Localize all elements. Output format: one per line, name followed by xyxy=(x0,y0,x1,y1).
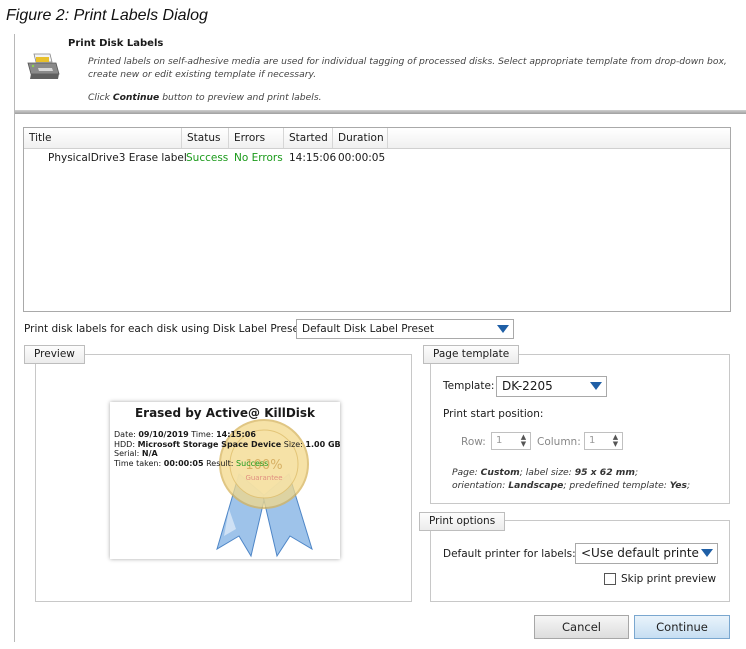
instruction-prefix: Click xyxy=(88,92,113,103)
note-orientation-value: Landscape xyxy=(508,480,564,491)
figure-caption: Figure 2: Print Labels Dialog xyxy=(6,7,208,24)
row-status: Success xyxy=(186,152,229,164)
printer-label: Default printer for labels: xyxy=(443,548,576,560)
hdd-label: HDD: xyxy=(114,440,138,449)
label-line-hdd: HDD: Microsoft Storage Space Device Size… xyxy=(114,440,341,449)
preset-dropdown[interactable]: Default Disk Label Preset xyxy=(296,319,514,339)
label-line-date: Date: 09/10/2019 Time: 14:15:06 xyxy=(114,430,256,439)
date-value: 09/10/2019 xyxy=(138,430,189,439)
template-label: Template: xyxy=(443,380,495,392)
note-size-value: 95 x 62 mm xyxy=(574,467,635,478)
dialog-instruction: Click Continue button to preview and pri… xyxy=(88,92,322,103)
preset-value: Default Disk Label Preset xyxy=(302,323,434,335)
printer-dropdown[interactable]: <Use default printe xyxy=(575,543,718,564)
note-size-label: ; label size: xyxy=(519,467,575,478)
column-header-errors[interactable]: Errors xyxy=(229,128,284,148)
seal-word: Guarantee xyxy=(245,474,282,482)
skip-preview-checkbox[interactable] xyxy=(604,573,616,585)
hdd-value: Microsoft Storage Space Device xyxy=(137,440,282,449)
header-separator xyxy=(15,110,746,114)
row-title: PhysicalDrive3 Erase label xyxy=(48,152,187,164)
dialog-description: Printed labels on self-adhesive media ar… xyxy=(88,56,727,80)
template-dropdown[interactable]: DK-2205 xyxy=(496,376,607,397)
spinner-arrows-icon[interactable]: ▲ ▼ xyxy=(519,434,528,448)
printer-icon xyxy=(27,53,60,79)
size-label: Size: xyxy=(281,440,306,449)
date-label: Date: xyxy=(114,430,139,439)
preview-tab: Preview xyxy=(24,345,85,364)
instruction-continue: Continue xyxy=(112,92,160,103)
column-header-duration[interactable]: Duration xyxy=(333,128,388,148)
row-value: 1 xyxy=(496,435,503,446)
column-header-status[interactable]: Status xyxy=(182,128,229,148)
result-label: Result: xyxy=(203,459,237,468)
result-value: Success xyxy=(236,459,269,468)
row-spinner[interactable]: 1 ▲ ▼ xyxy=(491,432,531,450)
size-value: 1.00 GB xyxy=(305,440,341,449)
column-spinner[interactable]: 1 ▲ ▼ xyxy=(584,432,623,450)
note-page-label: Page: xyxy=(452,467,481,478)
note-predefined-value: Yes xyxy=(669,480,687,491)
jobs-table[interactable]: Title Status Errors Started Duration Phy… xyxy=(23,127,731,312)
serial-value: N/A xyxy=(141,449,158,458)
time-value: 14:15:06 xyxy=(216,430,256,439)
row-errors: No Errors xyxy=(234,152,283,164)
chevron-down-icon[interactable] xyxy=(495,321,512,337)
label-preview-card: 100% Guarantee Erased by Active@ KillDis… xyxy=(110,402,341,559)
preset-label: Print disk labels for each disk using Di… xyxy=(24,323,307,335)
row-label: Row: xyxy=(461,436,486,448)
label-title: Erased by Active@ KillDisk xyxy=(134,406,316,420)
note-predefined-label: ; predefined template: xyxy=(563,480,670,491)
column-label: Column: xyxy=(537,436,581,448)
column-header-title[interactable]: Title xyxy=(24,128,182,148)
chevron-down-icon[interactable] xyxy=(699,545,716,561)
cancel-button[interactable]: Cancel xyxy=(534,615,629,639)
template-value: DK-2205 xyxy=(502,379,553,393)
label-line-serial: Serial: N/A xyxy=(114,449,158,458)
page-template-tab: Page template xyxy=(423,345,520,364)
serial-label: Serial: xyxy=(114,449,142,458)
taken-value: 00:00:05 xyxy=(163,459,204,468)
instruction-suffix: button to preview and print labels. xyxy=(159,92,322,103)
row-duration: 00:00:05 xyxy=(338,152,386,164)
taken-label: Time taken: xyxy=(114,459,164,468)
time-label: Time: xyxy=(188,430,217,439)
column-value: 1 xyxy=(589,435,596,446)
label-line-taken: Time taken: 00:00:05 Result: Success xyxy=(114,459,268,468)
dialog-left-border xyxy=(14,34,15,642)
note-orientation-label: orientation: xyxy=(452,480,509,491)
chevron-down-icon[interactable] xyxy=(588,378,605,394)
template-note: Page: Custom; label size: 95 x 62 mm; or… xyxy=(452,467,691,491)
row-started: 14:15:06 xyxy=(289,152,337,164)
printer-value: <Use default printe xyxy=(581,546,699,560)
column-header-started[interactable]: Started xyxy=(284,128,333,148)
continue-button[interactable]: Continue xyxy=(634,615,730,639)
dialog-title: Print Disk Labels xyxy=(68,38,164,49)
jobs-table-header: Title Status Errors Started Duration xyxy=(24,128,730,149)
note-page-value: Custom xyxy=(480,467,520,478)
spinner-arrows-icon[interactable]: ▲ ▼ xyxy=(611,434,620,448)
print-options-tab: Print options xyxy=(419,512,506,531)
start-position-label: Print start position: xyxy=(443,408,544,420)
skip-preview-label[interactable]: Skip print preview xyxy=(621,573,716,585)
